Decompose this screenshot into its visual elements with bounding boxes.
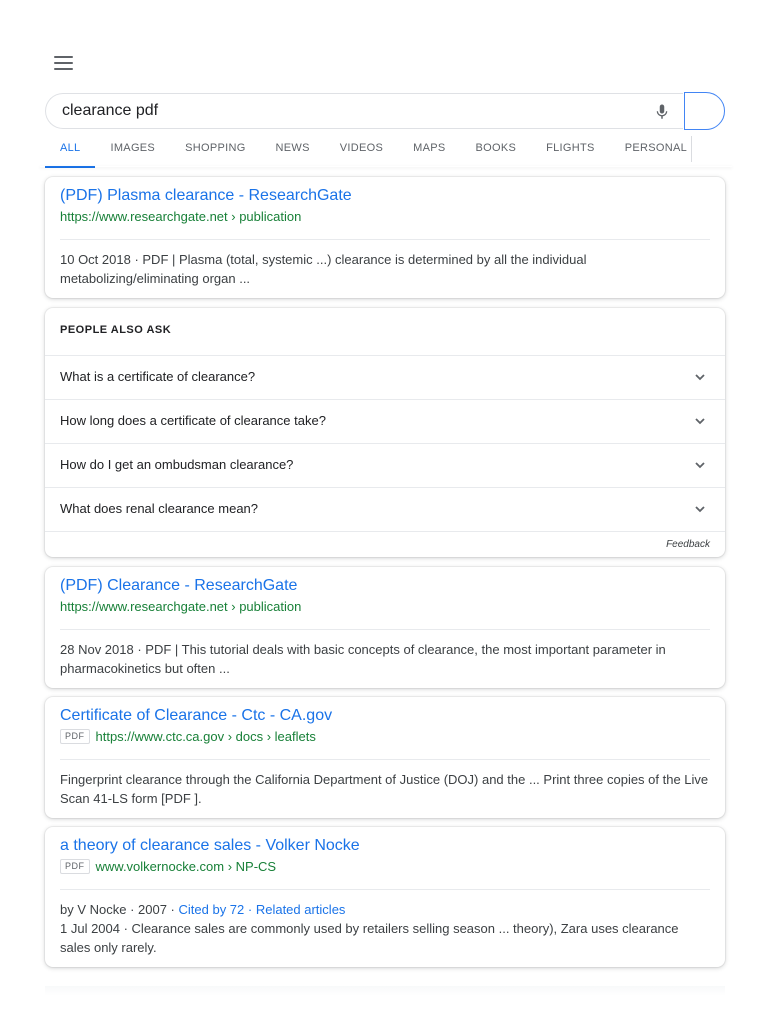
paa-question[interactable]: How do I get an ombudsman clearance? <box>45 443 725 488</box>
chevron-down-icon <box>695 374 705 381</box>
hamburger-menu-icon[interactable] <box>54 52 78 74</box>
tab-divider <box>691 136 692 162</box>
divider <box>60 239 710 240</box>
result-url[interactable]: www.volkernocke.com › NP-CS <box>96 859 277 874</box>
result-url-row: https://www.researchgate.net › publicati… <box>60 209 301 224</box>
search-result: Certificate of Clearance - Ctc - CA.gov … <box>45 697 725 818</box>
divider <box>60 889 710 890</box>
result-url-row: https://www.researchgate.net › publicati… <box>60 599 301 614</box>
paa-question[interactable]: What does renal clearance mean? <box>45 487 725 532</box>
paa-question-text: What is a certificate of clearance? <box>60 369 256 384</box>
tab-videos[interactable]: VIDEOS <box>325 134 398 166</box>
tab-images[interactable]: IMAGES <box>95 134 170 166</box>
result-url-row: PDF https://www.ctc.ca.gov › docs › leaf… <box>60 729 316 744</box>
search-result: (PDF) Plasma clearance - ResearchGate ht… <box>45 177 725 298</box>
cited-by-link[interactable]: Cited by 72 <box>179 902 245 917</box>
result-url[interactable]: https://www.researchgate.net › publicati… <box>60 209 301 224</box>
paa-question-text: How do I get an ombudsman clearance? <box>60 457 294 472</box>
search-tabs: ALL IMAGES SHOPPING NEWS VIDEOS MAPS BOO… <box>45 134 695 168</box>
search-button[interactable] <box>684 92 725 130</box>
result-snippet: 28 Nov 2018 · PDF | This tutorial deals … <box>60 642 666 676</box>
result-title-link[interactable]: a theory of clearance sales - Volker Noc… <box>60 837 360 855</box>
tab-books[interactable]: BOOKS <box>461 134 532 166</box>
search-result: (PDF) Clearance - ResearchGate https://w… <box>45 567 725 688</box>
tab-flights[interactable]: FLIGHTS <box>531 134 610 166</box>
paa-question[interactable]: How long does a certificate of clearance… <box>45 399 725 444</box>
result-url-row: PDF www.volkernocke.com › NP-CS <box>60 859 276 874</box>
result-title-link[interactable]: Certificate of Clearance - Ctc - CA.gov <box>60 707 332 725</box>
chevron-down-icon <box>695 506 705 513</box>
pdf-badge: PDF <box>60 859 90 874</box>
paa-footer <box>45 531 725 558</box>
result-url[interactable]: https://www.ctc.ca.gov › docs › leaflets <box>96 729 316 744</box>
paa-question[interactable]: What is a certificate of clearance? <box>45 355 725 400</box>
result-snippet: 10 Oct 2018 · PDF | Plasma (total, syste… <box>60 252 587 286</box>
people-also-ask-panel: PEOPLE ALSO ASK What is a certificate of… <box>45 308 725 557</box>
search-input[interactable] <box>62 96 622 126</box>
result-snippet: Fingerprint clearance through the Califo… <box>60 772 709 806</box>
tab-all[interactable]: ALL <box>45 134 96 168</box>
microphone-icon[interactable] <box>653 102 671 122</box>
result-meta: by V Nocke · 2007 · Cited by 72 · Relate… <box>60 900 710 919</box>
search-result: a theory of clearance sales - Volker Noc… <box>45 827 725 967</box>
tab-shopping[interactable]: SHOPPING <box>170 134 260 166</box>
feedback-link[interactable]: Feedback <box>666 539 710 550</box>
people-also-ask-heading: PEOPLE ALSO ASK <box>60 324 172 336</box>
result-meta-prefix: by V Nocke · 2007 · <box>60 902 179 917</box>
result-title-link[interactable]: (PDF) Clearance - ResearchGate <box>60 577 297 595</box>
tab-personal[interactable]: PERSONAL <box>610 134 702 166</box>
tabs-underline <box>40 166 732 167</box>
chevron-down-icon <box>695 418 705 425</box>
divider <box>60 629 710 630</box>
tab-news[interactable]: NEWS <box>261 134 325 166</box>
search-bar <box>45 93 683 129</box>
result-snippet: 1 Jul 2004 · Clearance sales are commonl… <box>60 921 679 955</box>
divider <box>60 759 710 760</box>
meta-separator: · <box>244 902 256 917</box>
next-card-edge <box>45 986 725 996</box>
paa-question-text: How long does a certificate of clearance… <box>60 413 326 428</box>
result-title-link[interactable]: (PDF) Plasma clearance - ResearchGate <box>60 187 352 205</box>
chevron-down-icon <box>695 462 705 469</box>
tab-maps[interactable]: MAPS <box>398 134 460 166</box>
paa-question-text: What does renal clearance mean? <box>60 501 259 516</box>
related-articles-link[interactable]: Related articles <box>256 902 346 917</box>
result-snippet-block: by V Nocke · 2007 · Cited by 72 · Relate… <box>60 900 710 957</box>
result-url[interactable]: https://www.researchgate.net › publicati… <box>60 599 301 614</box>
pdf-badge: PDF <box>60 729 90 744</box>
